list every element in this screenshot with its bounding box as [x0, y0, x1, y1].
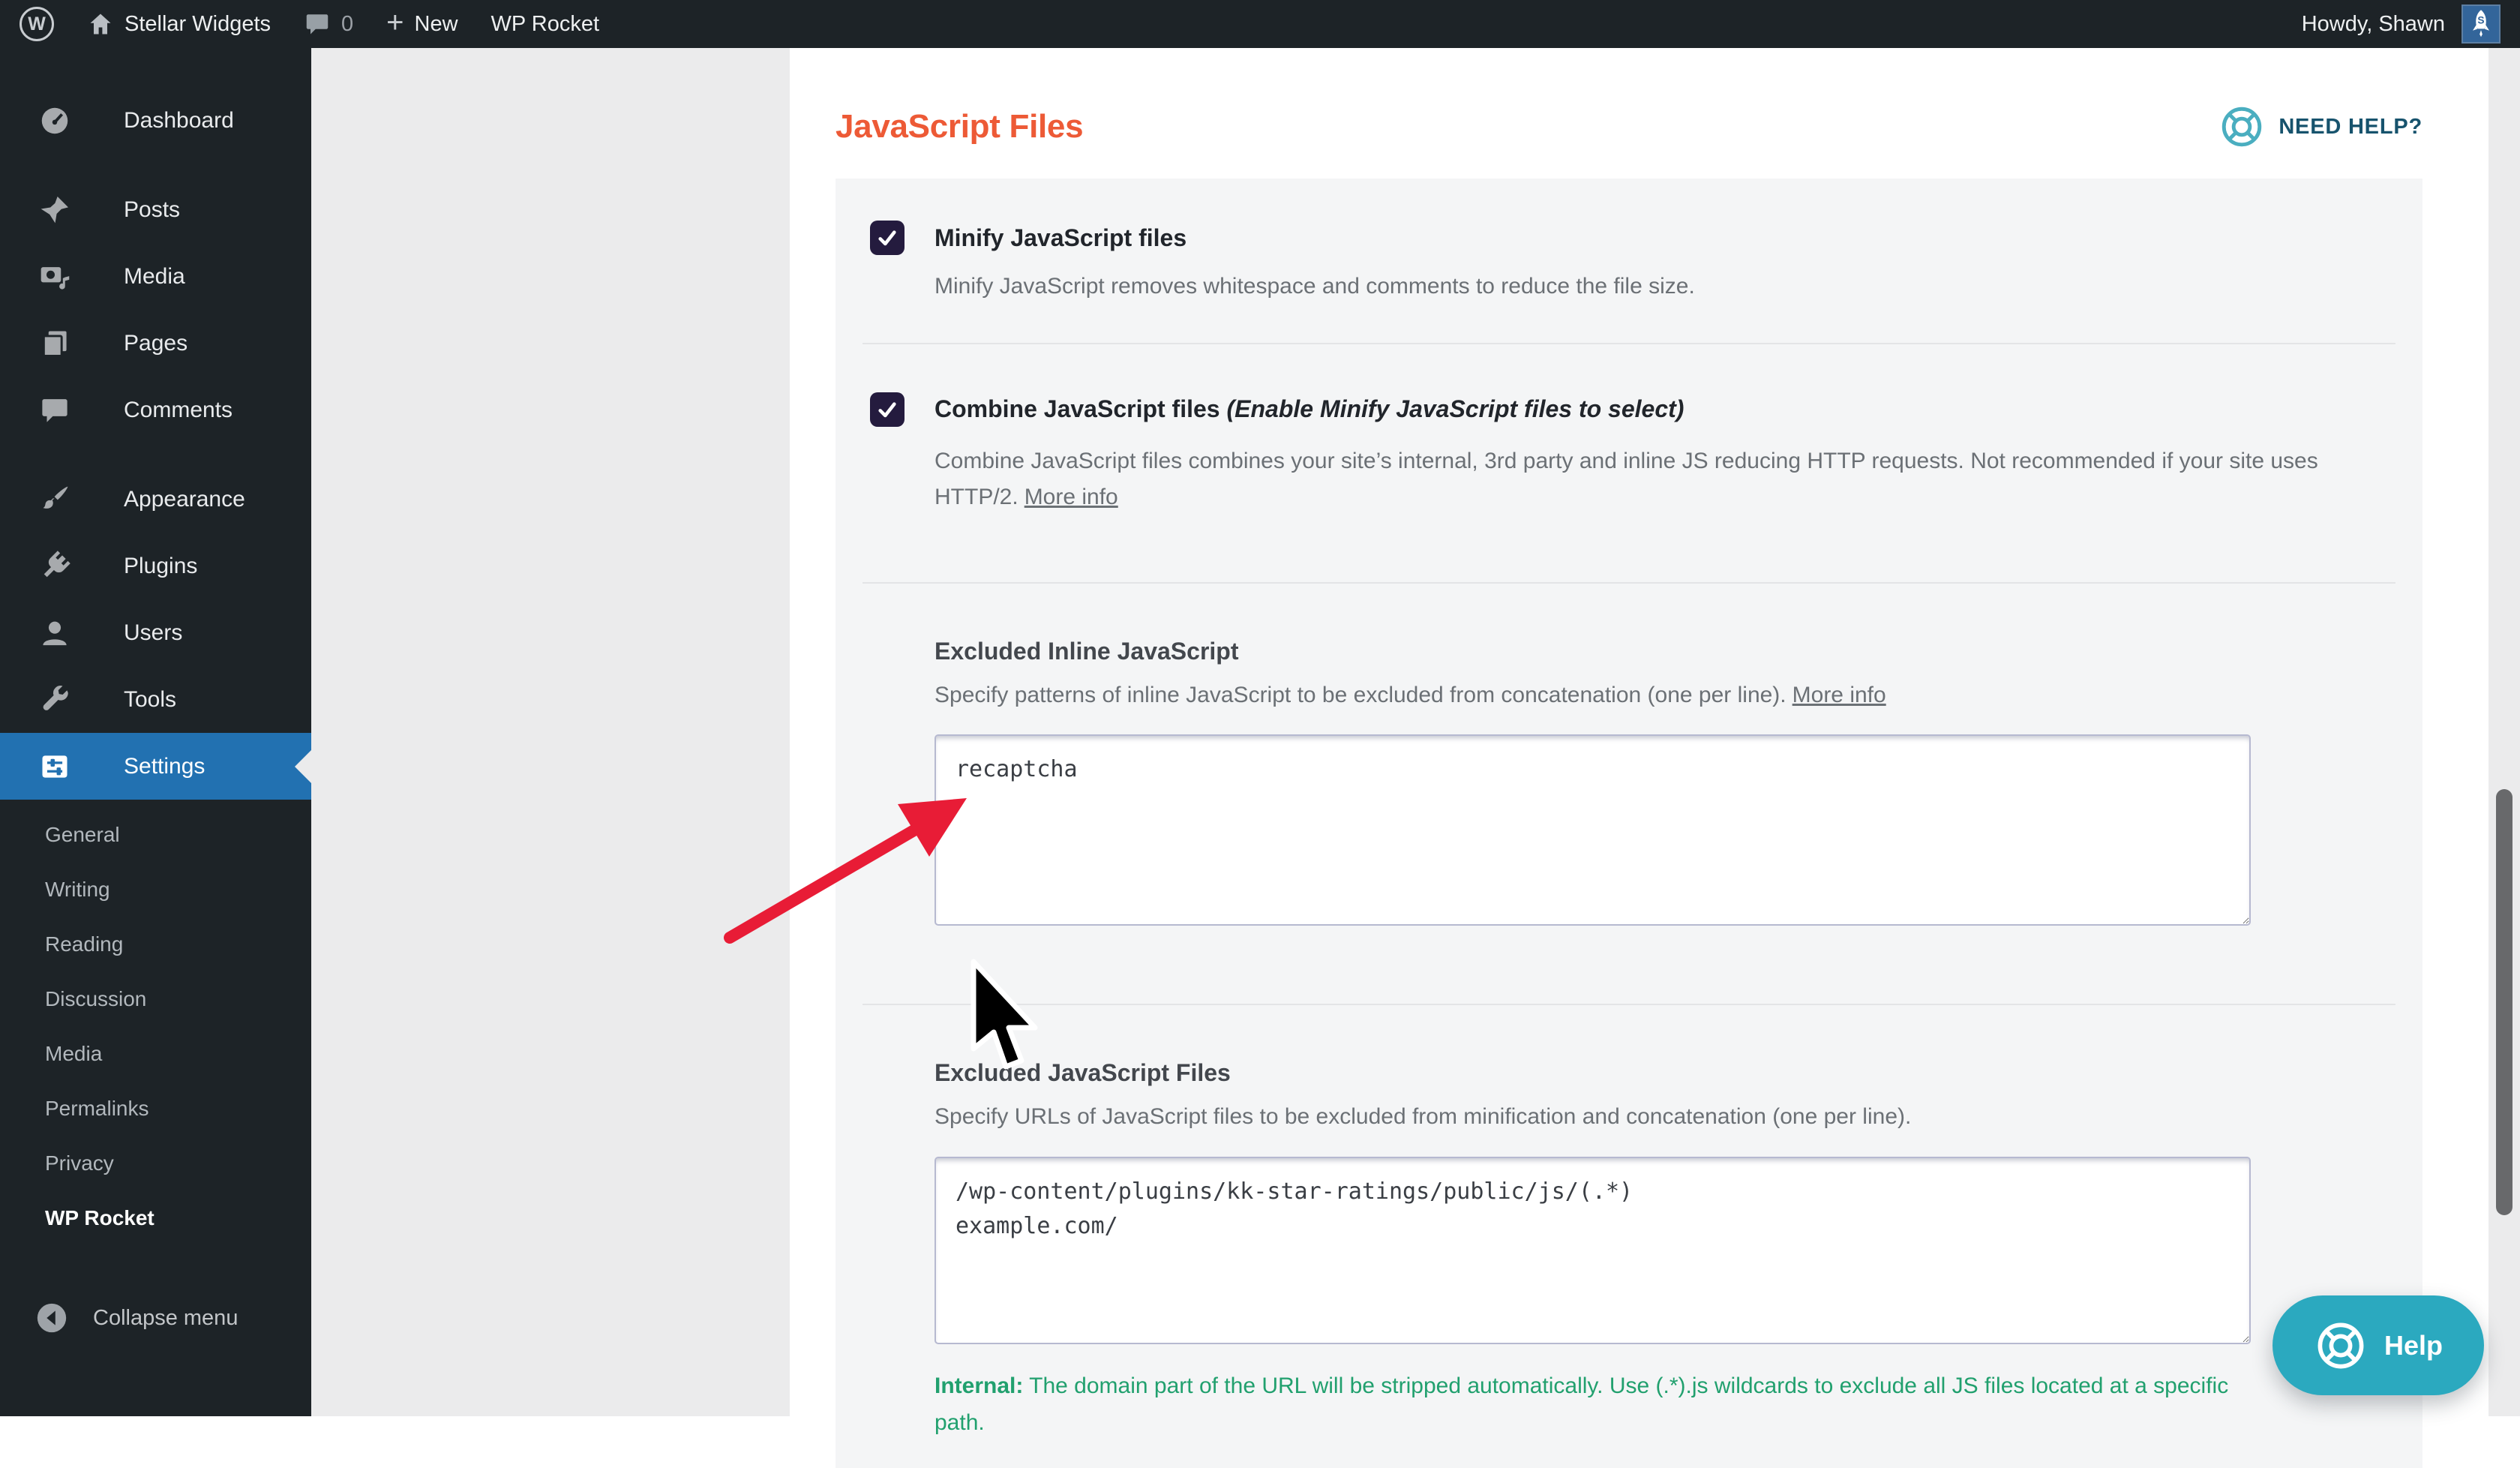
scrollbar-thumb[interactable] [2496, 789, 2512, 1215]
sidebar-item-label: Comments [124, 398, 232, 423]
sidebar-item-appearance[interactable]: Appearance [0, 466, 311, 533]
settings-card: Minify JavaScript files Minify JavaScrip… [836, 179, 2422, 1468]
media-icon [34, 260, 75, 293]
admin-sidebar: Dashboard Posts Media Pages Comments [0, 48, 311, 1416]
submenu-item-privacy[interactable]: Privacy [0, 1136, 311, 1190]
combine-js-section: Combine JavaScript files (Enable Minify … [836, 344, 2422, 582]
help-button-label: Help [2384, 1330, 2443, 1361]
home-icon [87, 11, 114, 38]
internal-note-prefix: Internal: [934, 1373, 1023, 1398]
svg-text:S: S [2477, 14, 2484, 26]
settings-submenu: General Writing Reading Discussion Media… [0, 800, 311, 1257]
submenu-item-discussion[interactable]: Discussion [0, 971, 311, 1026]
minify-js-description: Minify JavaScript removes whitespace and… [934, 269, 2388, 305]
combine-js-description: Combine JavaScript files combines your s… [934, 449, 2318, 510]
site-name: Stellar Widgets [124, 12, 271, 37]
brush-icon [34, 483, 75, 516]
sidebar-item-label: Tools [124, 687, 176, 713]
excluded-inline-js-label: Excluded Inline JavaScript [934, 638, 2388, 665]
help-button[interactable]: Help [2272, 1295, 2484, 1395]
sidebar-item-label: Appearance [124, 487, 245, 512]
combine-more-info-link[interactable]: More info [1024, 485, 1118, 509]
wp-rocket-toolbar-menu[interactable]: WP Rocket [491, 12, 600, 37]
lifebuoy-icon [2218, 104, 2265, 150]
sidebar-item-media[interactable]: Media [0, 243, 311, 310]
secondary-column [311, 48, 790, 1416]
sidebar-item-users[interactable]: Users [0, 599, 311, 666]
dashboard-icon [34, 104, 75, 138]
scrollbar-track[interactable] [2488, 48, 2520, 1416]
comment-bubble-icon [304, 11, 331, 38]
excluded-js-files-section: Excluded JavaScript Files Specify URLs o… [836, 1005, 2422, 1460]
admin-bar: W Stellar Widgets 0 + New WP Rocket Howd… [0, 0, 2520, 48]
submenu-item-general[interactable]: General [0, 807, 311, 862]
need-help-link[interactable]: NEED HELP? [2218, 104, 2422, 150]
sidebar-item-posts[interactable]: Posts [0, 176, 311, 243]
sidebar-item-label: Settings [124, 754, 205, 779]
sidebar-item-label: Media [124, 264, 185, 290]
sidebar-item-label: Users [124, 620, 182, 646]
collapse-arrow-icon [34, 1301, 69, 1335]
checkmark-icon [875, 398, 899, 422]
excluded-inline-more-info-link[interactable]: More info [1792, 683, 1886, 707]
submenu-item-writing[interactable]: Writing [0, 862, 311, 917]
excluded-js-files-description: Specify URLs of JavaScript files to be e… [934, 1099, 2388, 1136]
combine-js-checkbox[interactable] [870, 392, 904, 427]
sidebar-item-settings[interactable]: Settings [0, 733, 311, 800]
comments-count: 0 [341, 12, 353, 37]
lifebuoy-icon [2314, 1319, 2368, 1373]
sidebar-item-comments[interactable]: Comments [0, 377, 311, 443]
rocket-avatar-icon: S [2464, 8, 2498, 41]
plugin-icon [34, 550, 75, 583]
submenu-item-reading[interactable]: Reading [0, 917, 311, 971]
excluded-inline-js-description: Specify patterns of inline JavaScript to… [934, 683, 1786, 707]
minify-js-label: Minify JavaScript files [934, 224, 1186, 252]
comments-icon [34, 395, 75, 426]
wrench-icon [34, 683, 75, 716]
collapse-menu-label: Collapse menu [93, 1306, 238, 1331]
sidebar-item-label: Pages [124, 331, 188, 356]
checkmark-icon [875, 226, 899, 250]
combine-js-label: Combine JavaScript files [934, 395, 1220, 422]
pages-icon [34, 327, 75, 360]
minify-js-section: Minify JavaScript files Minify JavaScrip… [836, 179, 2422, 343]
site-menu[interactable]: Stellar Widgets [87, 11, 271, 38]
excluded-js-files-label: Excluded JavaScript Files [934, 1059, 2388, 1087]
submenu-item-media[interactable]: Media [0, 1026, 311, 1081]
page-title: JavaScript Files [836, 108, 1083, 146]
settings-content: JavaScript Files NEED HELP? Minify JavaS… [790, 48, 2488, 1416]
minify-js-checkbox[interactable] [870, 221, 904, 255]
new-content-menu[interactable]: + New [386, 11, 458, 38]
sidebar-item-label: Posts [124, 197, 180, 223]
wordpress-menu[interactable]: W [20, 7, 54, 41]
submenu-item-wp-rocket[interactable]: WP Rocket [0, 1190, 311, 1245]
pushpin-icon [34, 194, 75, 227]
excluded-js-files-textarea[interactable]: /wp-content/plugins/kk-star-ratings/publ… [934, 1157, 2251, 1344]
need-help-label: NEED HELP? [2278, 115, 2422, 140]
excluded-inline-js-textarea[interactable]: recaptcha [934, 734, 2251, 926]
avatar[interactable]: S [2462, 5, 2500, 44]
submenu-item-permalinks[interactable]: Permalinks [0, 1081, 311, 1136]
admin-comments[interactable]: 0 [304, 11, 353, 38]
combine-js-hint: (Enable Minify JavaScript files to selec… [1226, 395, 1684, 422]
plus-icon: + [386, 8, 404, 38]
new-label: New [415, 12, 458, 37]
collapse-menu-button[interactable]: Collapse menu [0, 1292, 311, 1344]
user-icon [34, 617, 75, 650]
settings-sliders-icon [34, 750, 75, 783]
sidebar-item-tools[interactable]: Tools [0, 666, 311, 733]
sidebar-item-label: Dashboard [124, 108, 234, 134]
sidebar-item-plugins[interactable]: Plugins [0, 533, 311, 599]
internal-note: Internal: The domain part of the URL wil… [934, 1368, 2277, 1441]
sidebar-item-dashboard[interactable]: Dashboard [0, 87, 311, 154]
wordpress-logo-icon: W [20, 7, 54, 41]
sidebar-item-pages[interactable]: Pages [0, 310, 311, 377]
sidebar-item-label: Plugins [124, 554, 197, 579]
internal-note-text: The domain part of the URL will be strip… [934, 1373, 2228, 1435]
howdy-text[interactable]: Howdy, Shawn [2302, 12, 2445, 37]
excluded-inline-js-section: Excluded Inline JavaScript Specify patte… [836, 584, 2422, 1004]
